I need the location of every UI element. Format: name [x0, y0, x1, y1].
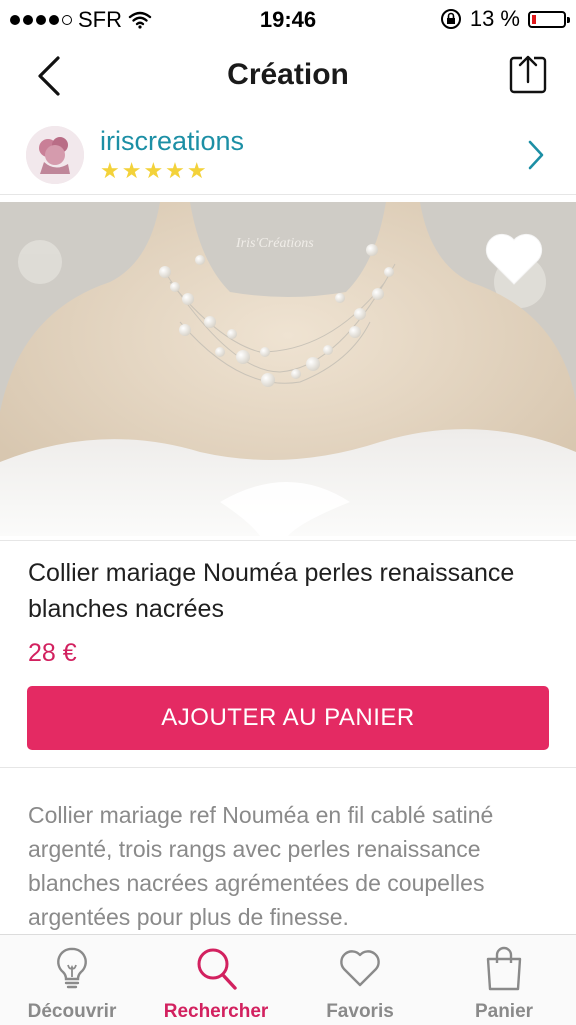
heart-icon — [340, 950, 380, 987]
product-price: 28 € — [28, 639, 77, 667]
search-icon — [197, 948, 237, 990]
shopping-bag-icon — [486, 946, 522, 991]
tab-label: Panier — [474, 1001, 534, 1022]
tab-label: Découvrir — [27, 1001, 117, 1022]
seller-row[interactable]: iriscreations ★★★★★ — [0, 116, 576, 195]
page-title: Création — [227, 58, 349, 91]
share-icon[interactable] — [508, 52, 548, 96]
battery-icon — [528, 10, 570, 28]
add-to-cart-button[interactable]: AJOUTER AU PANIER — [27, 686, 549, 750]
status-bar: SFR 19:46 13 % — [0, 0, 576, 38]
orientation-lock-icon — [440, 9, 461, 29]
seller-avatar — [26, 126, 84, 184]
lightbulb-icon — [57, 947, 87, 989]
tab-rechercher[interactable]: Rechercher — [144, 935, 288, 1025]
tab-decouvrir[interactable]: Découvrir — [0, 935, 144, 1025]
tab-label: Favoris — [326, 1001, 394, 1022]
status-right: 13 % — [440, 6, 570, 32]
favorite-heart-icon[interactable] — [482, 228, 546, 288]
chevron-right-icon[interactable] — [526, 138, 546, 172]
tab-panier[interactable]: Panier — [432, 935, 576, 1025]
battery-percent: 13 % — [469, 6, 520, 31]
product-image[interactable]: Iris'Créations — [0, 202, 576, 536]
product-title: Collier mariage Nouméa perles renaissanc… — [28, 559, 515, 623]
seller-name[interactable]: iriscreations — [100, 126, 244, 157]
product-info: Collier mariage Nouméa perles renaissanc… — [0, 540, 576, 768]
tab-bar: Découvrir Rechercher Favoris Panier — [0, 934, 576, 1025]
image-watermark: Iris'Créations — [236, 236, 314, 251]
product-description: Collier mariage ref Nouméa en fil cablé … — [28, 802, 494, 930]
tab-favoris[interactable]: Favoris — [288, 935, 432, 1025]
nav-bar: Création — [0, 38, 576, 116]
seller-rating-stars: ★★★★★ — [100, 158, 209, 183]
tab-label: Rechercher — [163, 1001, 269, 1022]
